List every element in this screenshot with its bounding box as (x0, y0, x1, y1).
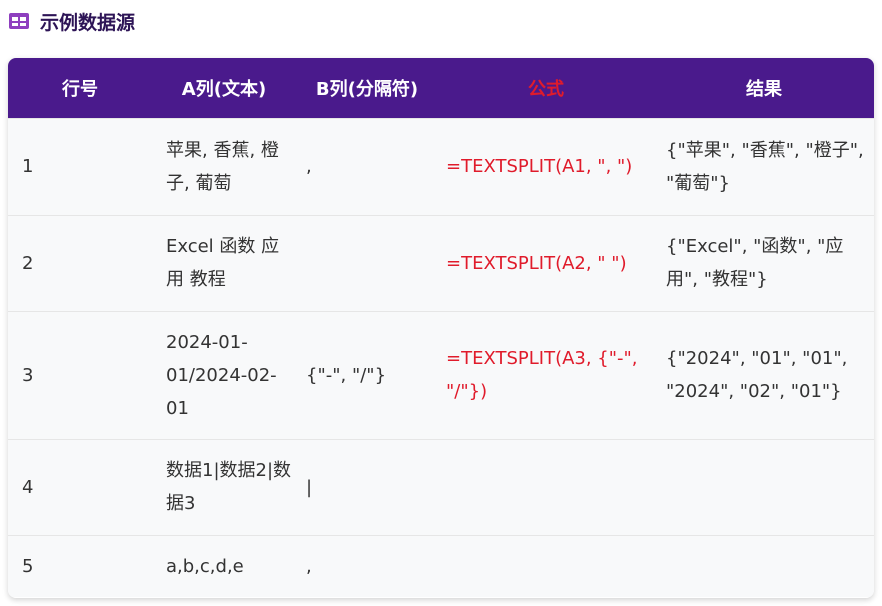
delimiter-cell: , (306, 156, 312, 177)
data-table-card: 行号 A列(文本) B列(分隔符) 公式 结果 1 苹果, 香蕉, 橙子, 葡萄… (8, 58, 874, 598)
formula-cell: =TEXTSPLIT(A2, " ") (446, 252, 627, 274)
text-cell: 苹果, 香蕉, 橙子, 葡萄 (166, 139, 279, 194)
table-row: 3 2024-01-01/2024-02-01 {"-", "/"} =TEXT… (8, 311, 874, 439)
formula-cell (438, 439, 654, 535)
row-number-cell: 4 (22, 476, 34, 498)
table-row: 2 Excel 函数 应用 教程 =TEXTSPLIT(A2, " ") {"E… (8, 215, 874, 311)
text-cell: 数据1|数据2|数据3 (166, 460, 292, 514)
section-header: 示例数据源 (8, 8, 135, 34)
table-row: 4 数据1|数据2|数据3 | (8, 439, 874, 535)
delimiter-cell: | (306, 476, 313, 498)
delimiter-cell: , (306, 555, 312, 577)
formula-cell (438, 535, 654, 597)
table-header-row: 行号 A列(文本) B列(分隔符) 公式 结果 (8, 58, 874, 118)
result-cell: {"2024", "01", "01", "2024", "02", "01"} (666, 348, 848, 402)
column-header-text: A列(文本) (181, 78, 267, 100)
delimiter-cell: {"-", "/"} (306, 364, 387, 386)
result-cell (654, 535, 874, 597)
column-header-formula: 公式 (528, 78, 564, 100)
page-title: 示例数据源 (40, 11, 136, 34)
result-cell: {"苹果", "香蕉", "橙子", "葡萄"} (666, 139, 864, 194)
row-number-cell: 1 (22, 156, 34, 177)
data-table: 行号 A列(文本) B列(分隔符) 公式 结果 1 苹果, 香蕉, 橙子, 葡萄… (8, 58, 874, 597)
table-row: 1 苹果, 香蕉, 橙子, 葡萄 , =TEXTSPLIT(A1, ", ") … (8, 118, 874, 215)
row-number-cell: 5 (22, 555, 34, 577)
text-cell: 2024-01-01/2024-02-01 (166, 331, 277, 419)
table-row: 5 a,b,c,d,e , (8, 535, 874, 597)
delimiter-cell (296, 215, 438, 311)
result-cell: {"Excel", "函数", "应用", "教程"} (666, 236, 844, 290)
result-cell (654, 439, 874, 535)
column-header-result: 结果 (746, 78, 782, 100)
table-icon (8, 12, 30, 30)
formula-cell: =TEXTSPLIT(A3, {"-", "/"}) (446, 348, 638, 402)
column-header-row-number: 行号 (62, 78, 98, 100)
text-cell: Excel 函数 应用 教程 (166, 236, 280, 290)
row-number-cell: 2 (22, 252, 34, 274)
text-cell: a,b,c,d,e (166, 555, 244, 577)
formula-cell: =TEXTSPLIT(A1, ", ") (446, 156, 633, 177)
column-header-delimiter: B列(分隔符) (315, 78, 419, 100)
row-number-cell: 3 (22, 364, 34, 386)
